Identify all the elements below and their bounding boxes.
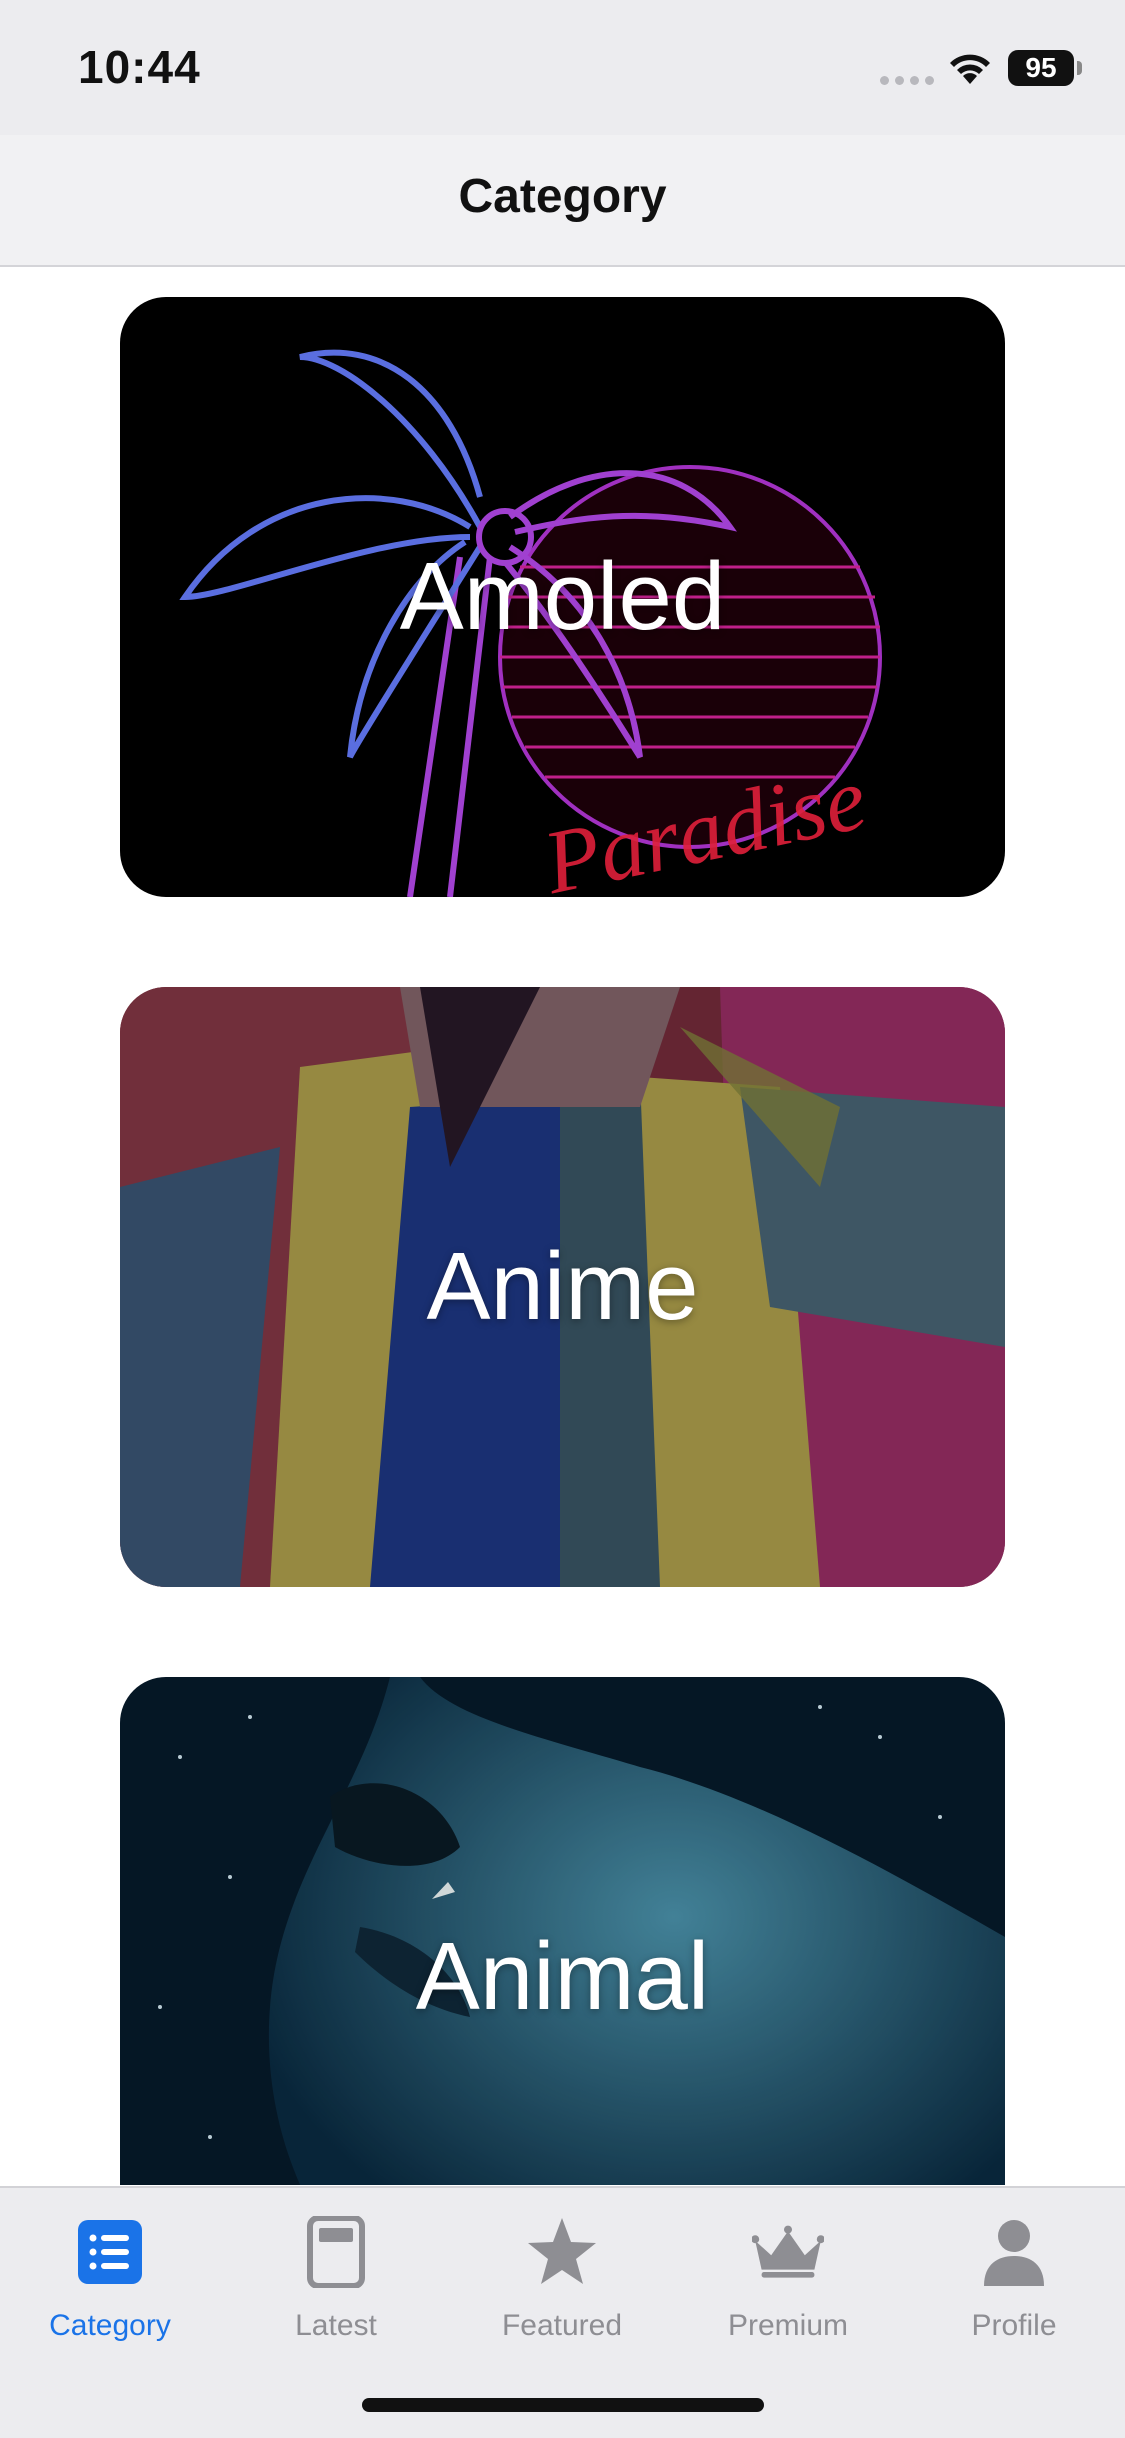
tab-label: Premium [727,2309,848,2342]
category-title: Amoled [399,543,726,650]
battery-icon: 95 [1008,50,1074,86]
status-bar: 10:44 95 [0,0,1125,135]
tablet-icon [307,2215,365,2289]
category-list[interactable]: Paradise Amoled Anime Animal [0,267,1125,2185]
tab-profile[interactable]: Profile [924,2206,1104,2356]
battery-cap [1077,61,1082,75]
category-title: Anime [426,1233,699,1340]
crown-icon [751,2225,825,2278]
wifi-icon [950,54,990,84]
category-title: Animal [415,1923,710,2030]
star-icon [528,2218,596,2284]
person-icon [984,2220,1044,2286]
category-card-anime[interactable]: Anime [120,987,1005,1587]
category-card-amoled[interactable]: Paradise Amoled [120,297,1005,897]
tab-label: Category [49,2309,171,2342]
tab-featured[interactable]: Featured [472,2206,652,2356]
tab-label: Featured [501,2309,623,2342]
tab-label: Profile [971,2309,1057,2342]
navigation-bar: Category [0,135,1125,267]
tab-category[interactable]: Category [20,2206,200,2356]
tab-premium[interactable]: Premium [698,2206,878,2356]
tab-latest[interactable]: Latest [246,2206,426,2356]
tab-label: Latest [295,2309,377,2342]
cellular-signal-icon [880,76,934,85]
status-time: 10:44 [78,41,201,93]
list-icon [78,2220,142,2284]
category-card-animal[interactable]: Animal [120,1677,1005,2185]
page-title: Category [458,170,667,223]
home-indicator[interactable] [362,2398,764,2412]
